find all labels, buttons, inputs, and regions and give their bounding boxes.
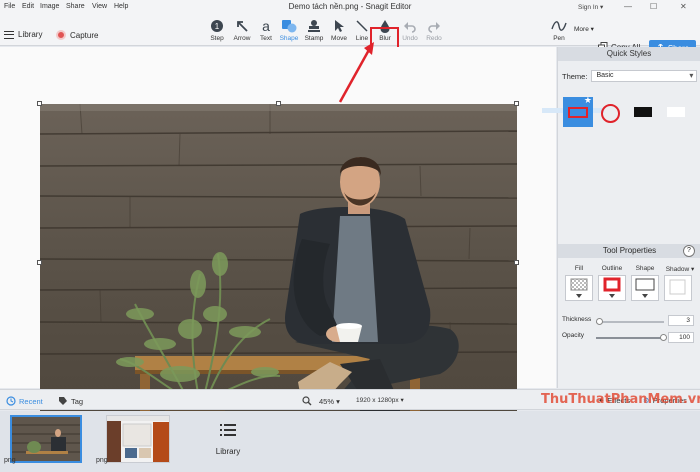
tool-pen[interactable]: Pen (546, 17, 572, 45)
tool-stamp[interactable]: Stamp (301, 17, 327, 45)
tag-icon (59, 397, 67, 405)
undo-icon (397, 17, 423, 35)
thickness-input[interactable]: 3 (668, 315, 694, 326)
properties-panel: Quick Styles Theme: Basic ★ Tool Propert… (542, 47, 700, 388)
opacity-slider[interactable] (596, 337, 664, 339)
tray-thumb-1-label: png (4, 457, 16, 464)
capture-icon (56, 30, 66, 40)
tool-undo[interactable]: Undo (397, 17, 423, 45)
photo-image[interactable] (40, 104, 517, 422)
library-label: Library (18, 30, 43, 39)
shadow-picker[interactable] (664, 275, 692, 301)
style-swatch-red-circle[interactable] (601, 104, 620, 123)
stamp-icon (301, 17, 327, 35)
tool-redo[interactable]: Redo (421, 17, 447, 45)
fill-label: Fill (574, 265, 584, 272)
thickness-slider[interactable] (596, 321, 664, 323)
list-icon (220, 424, 236, 436)
resize-handle-right[interactable] (514, 260, 519, 265)
close-icon[interactable]: ✕ (680, 2, 687, 11)
title-bar: File Edit Image Share View Help Demo tác… (0, 0, 700, 14)
pen-icon (546, 17, 572, 35)
resize-handle-top-left[interactable] (37, 101, 42, 106)
svg-text:1: 1 (215, 22, 220, 31)
tool-step[interactable]: 1 Step (204, 17, 230, 45)
step-icon: 1 (204, 17, 230, 35)
clock-icon (6, 396, 16, 406)
thickness-slider-knob[interactable] (596, 318, 603, 325)
capture-label: Capture (70, 30, 99, 40)
outline-label: Outline (601, 265, 623, 272)
capture-button[interactable]: Capture (56, 30, 98, 40)
tag-button[interactable]: Tag (58, 396, 83, 406)
image-size-control[interactable]: 1920 x 1280px ▾ (356, 396, 404, 404)
theme-select[interactable]: Basic (591, 70, 698, 82)
shape-label: Shape (635, 265, 655, 272)
tray-thumb-1-selected[interactable] (10, 415, 82, 463)
style-swatch-white-fill[interactable] (667, 107, 685, 117)
zoom-control[interactable]: 45% ▾ (302, 396, 340, 406)
editor-canvas[interactable] (0, 47, 556, 424)
sign-in-link[interactable]: Sign In ▾ (578, 3, 603, 11)
hamburger-icon (4, 30, 14, 39)
outline-picker[interactable] (598, 275, 626, 301)
shape-icon (276, 17, 302, 35)
tool-properties-header: Tool Properties ? (558, 244, 700, 258)
resize-handle-top[interactable] (276, 101, 281, 106)
style-swatch-black-fill[interactable] (634, 107, 652, 117)
thickness-label: Thickness (562, 316, 592, 323)
help-icon[interactable]: ? (683, 245, 695, 257)
recent-tray: png png Library (0, 411, 700, 472)
annotation-arrow (338, 42, 374, 103)
arrow-icon (229, 17, 255, 35)
opacity-slider-knob[interactable] (660, 334, 667, 341)
maximize-icon[interactable]: ☐ (650, 2, 657, 11)
tool-arrow[interactable]: Arrow (229, 17, 255, 45)
opacity-input[interactable]: 100 (668, 332, 694, 343)
star-icon: ★ (583, 95, 592, 105)
more-button[interactable]: More ▾ (574, 25, 594, 33)
tool-shape[interactable]: Shape (276, 17, 302, 45)
resize-handle-top-right[interactable] (514, 101, 519, 106)
theme-row: Theme: Basic (562, 70, 698, 82)
style-swatch-red-rect-selected[interactable]: ★ (563, 95, 593, 127)
shape-picker[interactable] (631, 275, 659, 301)
opacity-label: Opacity (562, 332, 585, 339)
tray-thumb-2-label: png (96, 457, 108, 464)
tray-thumb-2[interactable] (106, 415, 170, 463)
tray-library-button[interactable]: Library (210, 423, 246, 456)
shadow-label[interactable]: Shadow ▾ (660, 265, 700, 273)
resize-handle-left[interactable] (37, 260, 42, 265)
magnifier-icon (302, 396, 312, 406)
watermark-text: ThuThuatPhanMem.vn (541, 392, 700, 407)
fill-picker[interactable] (565, 275, 593, 301)
library-button[interactable]: Library (4, 30, 42, 39)
chevron-down-icon: ▾ (590, 26, 594, 33)
quick-styles-header: Quick Styles (558, 47, 700, 61)
recent-button[interactable]: Recent (6, 396, 43, 406)
minimize-icon[interactable]: — (624, 2, 632, 11)
theme-label: Theme: (562, 71, 588, 81)
redo-icon (421, 17, 447, 35)
